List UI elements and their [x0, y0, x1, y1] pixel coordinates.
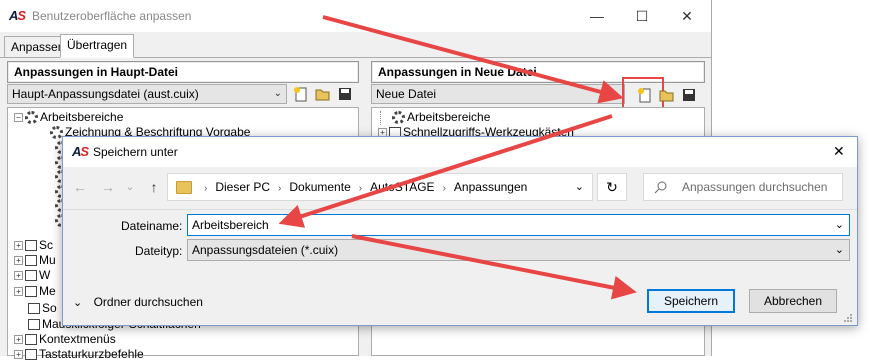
address-dropdown-icon[interactable]: ⌄ [575, 174, 584, 200]
app-logo: AS [72, 144, 89, 159]
breadcrumb-item[interactable]: Dieser PC [213, 174, 272, 200]
tree-item[interactable]: Arbeitsbereiche [380, 110, 490, 125]
browse-folders-toggle[interactable]: ⌄ Ordner durchsuchen [73, 295, 203, 309]
open-folder-icon[interactable] [314, 85, 332, 103]
tree-item[interactable]: + W [14, 268, 50, 283]
gear-icon [25, 111, 38, 125]
open-folder-icon[interactable] [658, 86, 676, 104]
left-file-combo-value: Haupt-Anpassungsdatei (aust.cuix) [12, 87, 199, 101]
app-logo: AS [9, 8, 26, 23]
save-icon[interactable] [680, 86, 698, 104]
mouse-icon [28, 319, 40, 331]
new-file-icon[interactable] [636, 86, 654, 104]
right-file-combo[interactable]: Neue Datei ⌄ [371, 84, 625, 104]
left-panel-heading: Anpassungen in Haupt-Datei [7, 61, 359, 83]
breadcrumb-item[interactable]: AutoSTAGE [368, 174, 436, 200]
context-menu-icon [25, 334, 37, 346]
tree-item[interactable]: + Sc [14, 238, 53, 253]
resize-grip-icon[interactable] [843, 313, 853, 323]
tree-item[interactable]: So [26, 301, 57, 316]
save-as-dialog: AS Speichern unter ✕ ← → ⌄ ↑ › Dieser PC ›… [62, 136, 858, 326]
chevron-down-icon: ⌄ [834, 219, 844, 231]
right-file-combo-value: Neue Datei [376, 87, 437, 101]
up-button[interactable]: ↑ [143, 173, 165, 201]
close-button[interactable]: ✕ [664, 0, 710, 32]
dialog-title: Speichern unter [93, 145, 178, 159]
dialog-titlebar: AS Speichern unter ✕ [63, 137, 857, 167]
shortcut-icon [28, 303, 40, 315]
save-icon[interactable] [336, 85, 354, 103]
dialog-close-button[interactable]: ✕ [833, 143, 845, 160]
cancel-button[interactable]: Abbrechen [749, 289, 837, 313]
recent-dropdown-button[interactable]: ⌄ [119, 173, 141, 201]
dialog-body: ← → ⌄ ↑ › Dieser PC › Dokumente › AutoSTAGE › A… [63, 167, 857, 325]
menu-icon [25, 286, 37, 298]
chevron-down-icon: ⌄ [73, 297, 83, 309]
filename-input[interactable]: Arbeitsbereich ⌄ [187, 214, 850, 236]
gear-icon [392, 111, 405, 125]
filetype-label: Dateityp: [135, 244, 183, 258]
tree-item[interactable]: + Mu [14, 253, 56, 268]
breadcrumb-item[interactable]: Anpassungen [452, 174, 529, 200]
toolbar-icon [25, 240, 37, 252]
minimize-button[interactable]: — [574, 0, 620, 32]
filename-label: Dateiname: [121, 219, 183, 233]
breadcrumb-item[interactable]: Dokumente [287, 174, 352, 200]
divider [63, 209, 857, 210]
main-titlebar: AS Benutzeroberfläche anpassen — ☐ ✕ [0, 0, 711, 32]
folder-icon [25, 255, 37, 267]
chevron-down-icon: ⌄ [834, 244, 844, 256]
search-icon [654, 181, 667, 194]
tree-item[interactable]: + Kontextmenüs [14, 332, 116, 347]
tree-item[interactable]: + Me [14, 284, 56, 299]
back-button[interactable]: ← [69, 173, 91, 201]
new-file-icon[interactable] [292, 85, 310, 103]
chevron-down-icon: ⌄ [611, 88, 620, 99]
maximize-button[interactable]: ☐ [619, 0, 665, 32]
tab-uebertragen[interactable]: Übertragen [60, 34, 135, 58]
keyboard-icon [25, 349, 37, 361]
folder-icon [176, 181, 192, 195]
search-placeholder: Anpassungen durchsuchen [682, 180, 828, 194]
tree-item[interactable]: − Arbeitsbereiche [14, 110, 123, 125]
refresh-button[interactable]: ↻ [597, 173, 627, 201]
toolbar-icon [25, 270, 37, 282]
save-button[interactable]: Speichern [647, 289, 735, 313]
chevron-down-icon: ⌄ [273, 88, 282, 99]
search-box[interactable]: Anpassungen durchsuchen [643, 173, 843, 201]
main-window-title: Benutzeroberfläche anpassen [32, 9, 192, 23]
filetype-select[interactable]: Anpassungsdateien (*.cuix) ⌄ [187, 239, 850, 261]
tree-item[interactable]: + Tastaturkurzbefehle [14, 347, 144, 362]
address-bar[interactable]: › Dieser PC › Dokumente › AutoSTAGE › Anpassung… [167, 173, 593, 201]
forward-button[interactable]: → [97, 173, 119, 201]
left-file-combo[interactable]: Haupt-Anpassungsdatei (aust.cuix) ⌄ [7, 84, 287, 104]
